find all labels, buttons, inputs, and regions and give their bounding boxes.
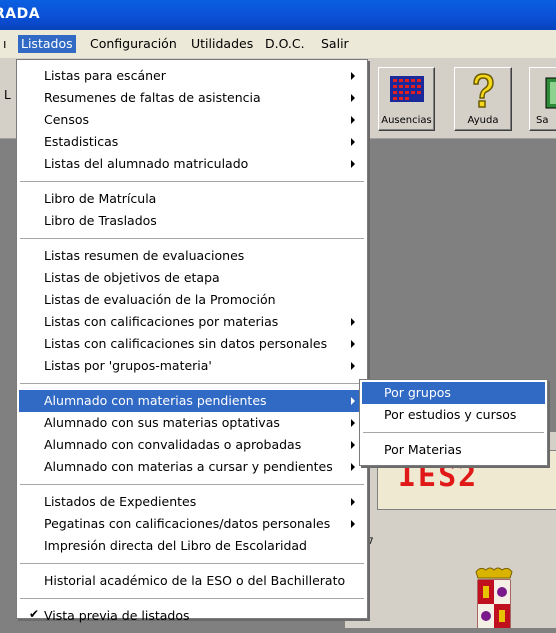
menu-item-label: Resumenes de faltas de asistencia	[44, 90, 261, 105]
salir-button[interactable]: Sa	[529, 67, 556, 131]
menu-item-label: Listas de objetivos de etapa	[44, 270, 220, 285]
menu-item-label: Listas con calificaciones por materias	[44, 314, 279, 329]
salir-label: Sa	[536, 115, 549, 126]
menu-item-libro-de-matricula[interactable]: Libro de Matrícula	[19, 188, 365, 210]
menu-item-label: Por estudios y cursos	[384, 407, 517, 422]
submenu-arrow-icon	[351, 397, 355, 405]
exit-door-icon	[544, 76, 556, 115]
help-question-icon	[466, 72, 500, 117]
menu-listados[interactable]: Listados	[18, 35, 76, 53]
menu-item-listas-resumen-de-evaluaciones[interactable]: Listas resumen de evaluaciones	[19, 245, 365, 267]
menu-item-vista-previa-de-listados[interactable]: ✔ Vista previa de listados	[19, 605, 365, 627]
menu-item-listas-para-escaner[interactable]: Listas para escáner	[19, 65, 365, 87]
menu-doc[interactable]: D.O.C.	[262, 35, 308, 53]
submenu-arrow-icon	[351, 138, 355, 146]
menu-item-alumnado-con-materias-pendientes[interactable]: Alumnado con materias pendientes	[19, 390, 365, 412]
menu-configuracion[interactable]: Configuración	[87, 35, 180, 53]
checkmark-icon: ✔	[29, 607, 40, 621]
title-bar: RADA	[0, 0, 556, 30]
ayuda-button[interactable]: Ayuda	[454, 67, 512, 131]
menu-separator	[20, 181, 364, 182]
menu-item-label: Estadisticas	[44, 134, 119, 149]
menu-item-label: Listas con calificaciones sin datos pers…	[44, 336, 328, 351]
menu-item-label: Libro de Matrícula	[44, 191, 157, 206]
menu-item-label: Listas para escáner	[44, 68, 166, 83]
menu-item-label: Alumnado con materias pendientes	[44, 393, 267, 408]
menu-item-listas-de-objetivos-de-etapa[interactable]: Listas de objetivos de etapa	[19, 267, 365, 289]
menu-item-listas-con-calificaciones-por-materias[interactable]: Listas con calificaciones por materias	[19, 311, 365, 333]
menu-item-libro-de-traslados[interactable]: Libro de Traslados	[19, 210, 365, 232]
submenu-arrow-icon	[351, 463, 355, 471]
submenu-arrow-icon	[351, 441, 355, 449]
submenu-arrow-icon	[351, 498, 355, 506]
menu-separator	[363, 432, 544, 433]
menu-item-listas-por-grupos-materia[interactable]: Listas por 'grupos-materia'	[19, 355, 365, 377]
menu-separator	[20, 563, 364, 564]
menu-item-label: Historial académico de la ESO o del Bach…	[44, 573, 346, 588]
menu-item-historial-academico-de-la-eso-o-del-bachillerato[interactable]: Historial académico de la ESO o del Bach…	[19, 570, 365, 592]
menu-item-resumenes-de-faltas-de-asistencia[interactable]: Resumenes de faltas de asistencia	[19, 87, 365, 109]
menu-utilidades[interactable]: Utilidades	[188, 35, 256, 53]
menubar-edge-fragment: ı	[3, 36, 7, 51]
menu-item-listas-con-calificaciones-sin-datos-personales[interactable]: Listas con calificaciones sin datos pers…	[19, 333, 365, 355]
menu-separator	[20, 598, 364, 599]
toolbar-left-fragment: L	[4, 88, 11, 102]
menu-item-censos[interactable]: Censos	[19, 109, 365, 131]
menu-item-por-estudios-y-cursos[interactable]: Por estudios y cursos	[362, 404, 545, 426]
menu-item-label: Listas resumen de evaluaciones	[44, 248, 245, 263]
menu-item-listados-de-expedientes[interactable]: Listados de Expedientes	[19, 491, 365, 513]
menu-item-label: Libro de Traslados	[44, 213, 157, 228]
menu-item-label: Listados de Expedientes	[44, 494, 197, 509]
ausencias-label: Ausencias	[381, 115, 432, 126]
menu-item-estadisticas[interactable]: Estadisticas	[19, 131, 365, 153]
menu-item-label: Alumnado con materias a cursar y pendien…	[44, 459, 333, 474]
menu-salir[interactable]: Salir	[318, 35, 352, 53]
submenu-arrow-icon	[351, 340, 355, 348]
menu-item-label: Por grupos	[384, 385, 451, 400]
menu-item-listas-del-alumnado-matriculado[interactable]: Listas del alumnado matriculado	[19, 153, 365, 175]
window-title: RADA	[0, 6, 41, 22]
menu-item-label: Pegatinas con calificaciones/datos perso…	[44, 516, 331, 531]
menu-item-pegatinas-con-calificaciones-datos-personales[interactable]: Pegatinas con calificaciones/datos perso…	[19, 513, 365, 535]
menu-bar: ı Listados Configuración Utilidades D.O.…	[0, 30, 556, 59]
submenu-arrow-icon	[351, 362, 355, 370]
ayuda-label: Ayuda	[467, 115, 499, 126]
menu-item-alumnado-con-materias-a-cursar-y-pendientes[interactable]: Alumnado con materias a cursar y pendien…	[19, 456, 365, 478]
menu-item-alumnado-con-sus-materias-optativas[interactable]: Alumnado con sus materias optativas	[19, 412, 365, 434]
menu-separator	[20, 484, 364, 485]
menu-item-listas-de-evaluacion-de-la-promocion[interactable]: Listas de evaluación de la Promoción	[19, 289, 365, 311]
menu-item-impresion-directa-del-libro-de-escolaridad[interactable]: Impresión directa del Libro de Escolarid…	[19, 535, 365, 557]
menu-item-label: Vista previa de listados	[44, 608, 190, 623]
menu-item-alumnado-con-convalidadas-o-aprobadas[interactable]: Alumnado con convalidadas o aprobadas	[19, 434, 365, 456]
menu-item-label: Alumnado con convalidadas o aprobadas	[44, 437, 302, 452]
menu-item-label: Alumnado con sus materias optativas	[44, 415, 280, 430]
menu-item-label: Impresión directa del Libro de Escolarid…	[44, 538, 307, 553]
submenu-arrow-icon	[351, 419, 355, 427]
submenu-arrow-icon	[351, 318, 355, 326]
ausencias-button[interactable]: Ausencias	[378, 67, 435, 131]
menu-separator	[20, 383, 364, 384]
menu-item-label: Listas de evaluación de la Promoción	[44, 292, 276, 307]
pendientes-submenu: Por grupos Por estudios y cursos Por Mater…	[359, 379, 548, 466]
menu-item-label: Listas del alumnado matriculado	[44, 156, 249, 171]
submenu-arrow-icon	[351, 116, 355, 124]
menu-item-label: Por Materias	[384, 442, 462, 457]
submenu-arrow-icon	[351, 94, 355, 102]
menu-item-label: Censos	[44, 112, 90, 127]
menu-item-por-grupos[interactable]: Por grupos	[362, 382, 545, 404]
listados-dropdown-menu: Listas para escáner Resumenes de faltas d…	[16, 59, 368, 623]
submenu-arrow-icon	[351, 160, 355, 168]
calendar-grid-icon	[389, 76, 424, 107]
menu-item-label: Listas por 'grupos-materia'	[44, 358, 212, 373]
coat-of-arms-icon	[470, 566, 518, 629]
menu-item-por-materias[interactable]: Por Materias	[362, 439, 545, 461]
submenu-arrow-icon	[351, 520, 355, 528]
submenu-arrow-icon	[351, 72, 355, 80]
menu-separator	[20, 238, 364, 239]
